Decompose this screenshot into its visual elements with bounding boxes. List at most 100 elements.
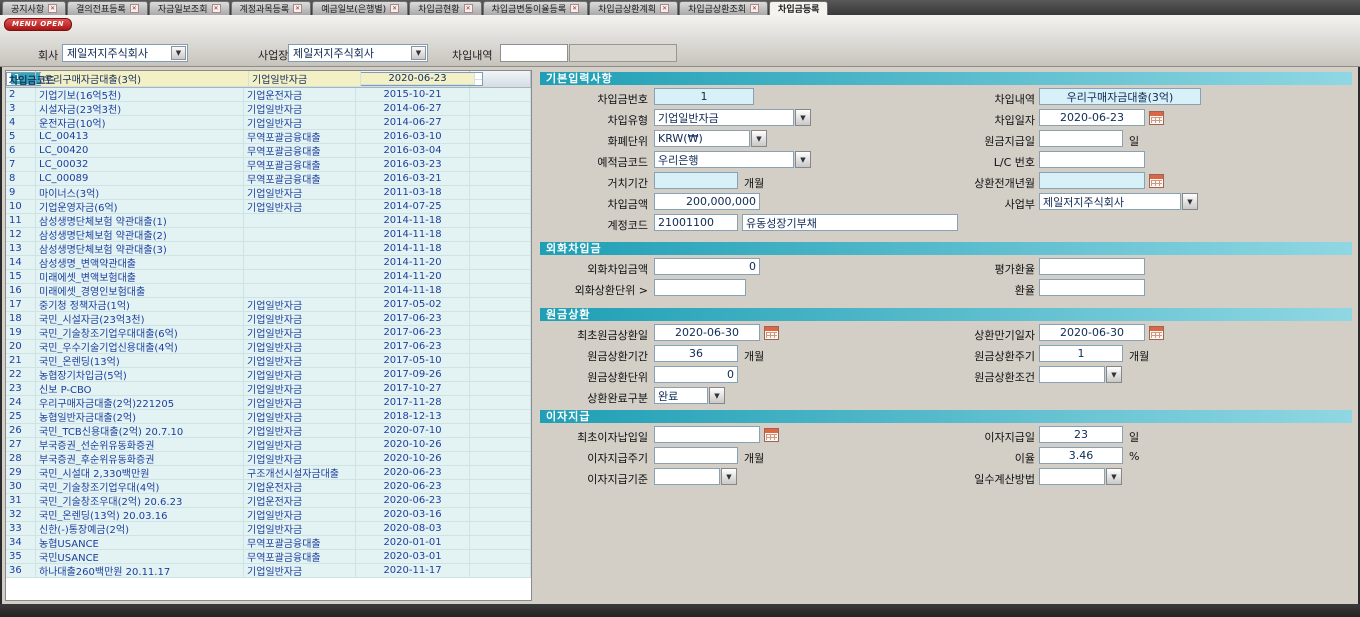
currency-combo[interactable]: KRW(₩) xyxy=(654,130,750,147)
fc-amount-input[interactable]: 0 xyxy=(654,258,760,275)
table-row[interactable]: 23신보 P-CBO기업일반자금2017-10-27 xyxy=(6,382,531,396)
division-combo[interactable]: 제일저지주식회사 xyxy=(1039,193,1181,210)
interest-cycle-input[interactable] xyxy=(654,447,738,464)
table-row[interactable]: 18국민_시설자금(23억3천)기업일반자금2017-06-23 xyxy=(6,312,531,326)
table-row[interactable]: 22농협장기차입금(5억)기업일반자금2017-09-26 xyxy=(6,368,531,382)
interest-pay-day-input[interactable]: 23 xyxy=(1039,426,1123,443)
table-row[interactable]: 11삼성생명단체보험 약관대출(1)2014-11-18 xyxy=(6,214,531,228)
calendar-icon[interactable] xyxy=(764,326,779,340)
tab-close-icon[interactable]: ✕ xyxy=(390,4,399,13)
calendar-icon[interactable] xyxy=(1149,174,1164,188)
table-row[interactable]: 13삼성생명단체보험 약관대출(3)2014-11-18 xyxy=(6,242,531,256)
table-row[interactable]: 16미래에셋_경영인보험대출2014-11-18 xyxy=(6,284,531,298)
table-row[interactable]: 1우리구매자금대출(3억)기업일반자금2020-06-23 xyxy=(6,72,483,86)
tab-close-icon[interactable]: ✕ xyxy=(464,4,473,13)
eval-rate-input[interactable] xyxy=(1039,258,1145,275)
loan-type-combo[interactable]: 기업일반자금 xyxy=(654,109,794,126)
calendar-icon[interactable] xyxy=(1149,326,1164,340)
table-row[interactable]: 5LC_00413무역포괄금융대출2016-03-10 xyxy=(6,130,531,144)
tab-close-icon[interactable]: ✕ xyxy=(212,4,221,13)
loan-desc-input[interactable]: 우리구매자금대출(3억) xyxy=(1039,88,1201,105)
table-row[interactable]: 36하나대출260백만원 20.11.17기업일반자금2020-11-17 xyxy=(6,564,531,578)
tab-close-icon[interactable]: ✕ xyxy=(293,4,302,13)
table-row[interactable]: 31국민_기술창조우대(2억) 20.6.23기업운전자금2020-06-23 xyxy=(6,494,531,508)
loan-date-input[interactable]: 2020-06-23 xyxy=(1039,109,1145,126)
tab-close-icon[interactable]: ✕ xyxy=(130,4,139,13)
principal-unit-input[interactable]: 0 xyxy=(654,366,738,383)
tab-close-icon[interactable]: ✕ xyxy=(750,4,759,13)
table-row[interactable]: 24우리구매자금대출(2억)221205기업일반자금2017-11-28 xyxy=(6,396,531,410)
first-principal-date-input[interactable]: 2020-06-30 xyxy=(654,324,760,341)
repay-complete-combo[interactable]: 완료 xyxy=(654,387,708,404)
interest-basis-combo[interactable] xyxy=(654,468,720,485)
chevron-down-icon[interactable]: ▼ xyxy=(171,46,186,60)
deposit-code-combo[interactable]: 우리은행 xyxy=(654,151,794,168)
lc-number-input[interactable] xyxy=(1039,151,1145,168)
table-row[interactable]: 26국민_TCB신용대출(2억) 20.7.10기업일반자금2020-07-10 xyxy=(6,424,531,438)
principal-condition-combo[interactable] xyxy=(1039,366,1105,383)
dropdown-button[interactable]: ▼ xyxy=(709,387,725,404)
principal-cycle-input[interactable]: 1 xyxy=(1039,345,1123,362)
table-row[interactable]: 7LC_00032무역포괄금융대출2016-03-23 xyxy=(6,158,531,172)
table-row[interactable]: 3시설자금(23억3천)기업일반자금2014-06-27 xyxy=(6,102,531,116)
table-row[interactable]: 4운전자금(10억)기업일반자금2014-06-27 xyxy=(6,116,531,130)
table-row[interactable]: 19국민_기술창조기업우대대출(6억)기업일반자금2017-06-23 xyxy=(6,326,531,340)
table-row[interactable]: 6LC_00420무역포괄금융대출2016-03-04 xyxy=(6,144,531,158)
table-row[interactable]: 17중기청 정책자금(1억)기업일반자금2017-05-02 xyxy=(6,298,531,312)
principal-pay-day-input[interactable] xyxy=(1039,130,1123,147)
grace-period-input[interactable] xyxy=(654,172,738,189)
table-row[interactable]: 8LC_00089무역포괄금융대출2016-03-21 xyxy=(6,172,531,186)
table-row[interactable]: 35국민USANCE무역포괄금융대출2020-03-01 xyxy=(6,550,531,564)
dropdown-button[interactable]: ▼ xyxy=(751,130,767,147)
tab-10[interactable]: 차입금등록 xyxy=(769,1,828,15)
tab-7[interactable]: 차입금변동이율등록✕ xyxy=(483,1,589,15)
tab-close-icon[interactable]: ✕ xyxy=(48,4,57,13)
table-row[interactable]: 30국민_기술창조기업우대(4억)기업운전자금2020-06-23 xyxy=(6,480,531,494)
loan-number-input[interactable]: 1 xyxy=(654,88,754,105)
table-row[interactable]: 12삼성생명단체보험 약관대출(2)2014-11-18 xyxy=(6,228,531,242)
table-row[interactable]: 34농협USANCE무역포괄금융대출2020-01-01 xyxy=(6,536,531,550)
day-calc-combo[interactable] xyxy=(1039,468,1105,485)
column-header-code[interactable]: 차입금코드 xyxy=(6,71,36,87)
table-row[interactable]: 28부국증권_후순위유동화증권기업일반자금2020-10-26 xyxy=(6,452,531,466)
account-name-input[interactable]: 유동성장기부채 xyxy=(742,214,958,231)
company-select[interactable]: 제일저지주식회사 ▼ xyxy=(62,44,188,62)
calendar-icon[interactable] xyxy=(764,428,779,442)
tab-2[interactable]: 결의전표등록✕ xyxy=(67,1,148,15)
exchange-rate-input[interactable] xyxy=(1039,279,1145,296)
tab-close-icon[interactable]: ✕ xyxy=(570,4,579,13)
fc-unit-input[interactable] xyxy=(654,279,746,296)
menu-open-button[interactable]: MENU OPEN xyxy=(4,18,72,31)
tab-6[interactable]: 차입금현황✕ xyxy=(409,1,481,15)
loan-desc-filter-input[interactable] xyxy=(500,44,568,62)
table-row[interactable]: 2기업기보(16억5천)기업운전자금2015-10-21 xyxy=(6,88,531,102)
tab-5[interactable]: 예금일보(은행별)✕ xyxy=(312,1,408,15)
table-row[interactable]: 10기업운영자금(6억)기업일반자금2014-07-25 xyxy=(6,200,531,214)
maturity-date-input[interactable]: 2020-06-30 xyxy=(1039,324,1145,341)
principal-period-input[interactable]: 36 xyxy=(654,345,738,362)
account-code-input[interactable]: 21001100 xyxy=(654,214,738,231)
table-row[interactable]: 29국민_시설대 2,330백만원구조개선시설자금대출2020-06-23 xyxy=(6,466,531,480)
table-row[interactable]: 14삼성생명_변액약관대출2014-11-20 xyxy=(6,256,531,270)
table-row[interactable]: 9마이너스(3억)기업일반자금2011-03-18 xyxy=(6,186,531,200)
dropdown-button[interactable]: ▼ xyxy=(1182,193,1198,210)
table-row[interactable]: 32국민_온렌딩(13억) 20.03.16기업일반자금2020-03-16 xyxy=(6,508,531,522)
interest-rate-input[interactable]: 3.46 xyxy=(1039,447,1123,464)
repay-adv-month-input[interactable] xyxy=(1039,172,1145,189)
tab-1[interactable]: 공지사항✕ xyxy=(2,1,66,15)
loan-amount-input[interactable]: 200,000,000 xyxy=(654,193,760,210)
table-row[interactable]: 33신한(-)통장예금(2억)기업일반자금2020-08-03 xyxy=(6,522,531,536)
table-row[interactable]: 15미래에셋_변액보험대출2014-11-20 xyxy=(6,270,531,284)
dropdown-button[interactable]: ▼ xyxy=(721,468,737,485)
tab-4[interactable]: 계정과목등록✕ xyxy=(231,1,312,15)
chevron-down-icon[interactable]: ▼ xyxy=(411,46,426,60)
tab-8[interactable]: 차입금상환계획✕ xyxy=(589,1,678,15)
dropdown-button[interactable]: ▼ xyxy=(795,151,811,168)
tab-close-icon[interactable]: ✕ xyxy=(660,4,669,13)
site-select[interactable]: 제일저지주식회사 ▼ xyxy=(288,44,428,62)
dropdown-button[interactable]: ▼ xyxy=(1106,468,1122,485)
dropdown-button[interactable]: ▼ xyxy=(795,109,811,126)
first-interest-date-input[interactable] xyxy=(654,426,760,443)
tab-3[interactable]: 자금일보조회✕ xyxy=(149,1,230,15)
table-row[interactable]: 20국민_우수기술기업신용대출(4억)기업일반자금2017-06-23 xyxy=(6,340,531,354)
